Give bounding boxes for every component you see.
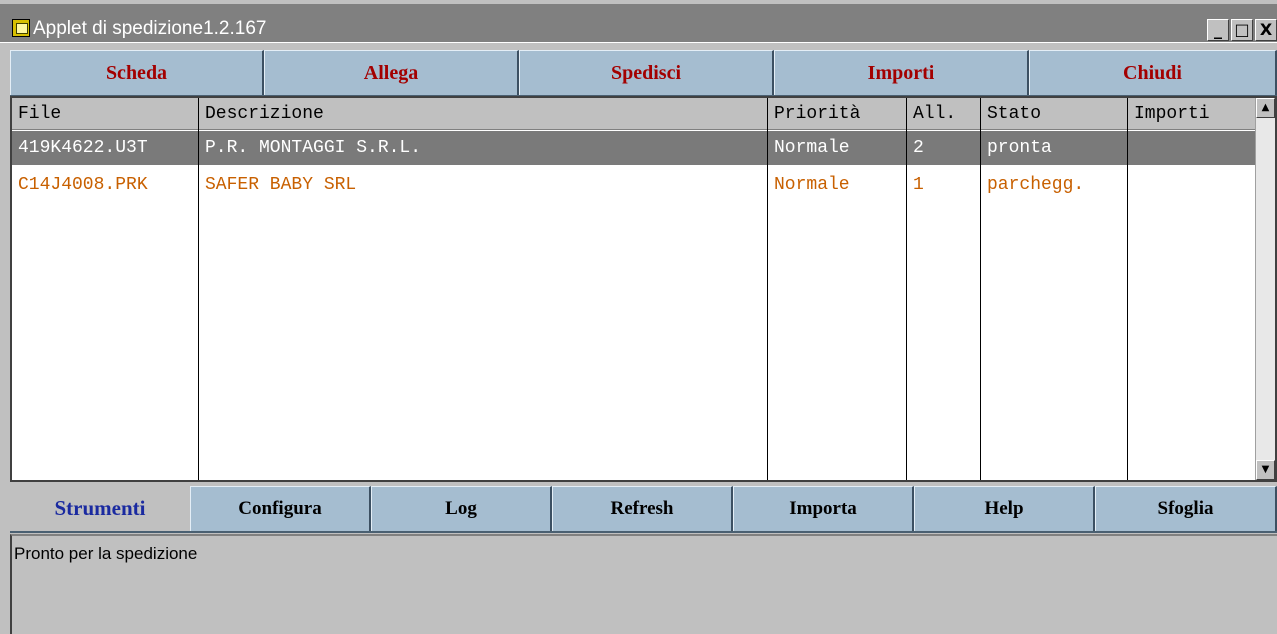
spedisci-button[interactable]: Spedisci (519, 50, 774, 95)
refresh-button[interactable]: Refresh (552, 486, 733, 531)
column-divider (980, 98, 981, 480)
minimize-button[interactable]: _ (1207, 19, 1229, 41)
title-bar[interactable]: Applet di spedizione1.2.167 _ □ X (0, 4, 1277, 43)
column-header-stato[interactable]: Stato (981, 98, 1127, 130)
scroll-up-icon[interactable]: ▲ (1256, 98, 1275, 118)
cell-file: C14J4008.PRK (18, 175, 148, 195)
cell-file: 419K4622.U3T (18, 138, 148, 158)
cell-priorita: Normale (774, 175, 850, 195)
cell-importi (1128, 168, 1255, 202)
cell-stato: pronta (987, 138, 1052, 158)
status-message: Pronto per la spedizione (14, 544, 198, 563)
strumenti-label: Strumenti (10, 486, 190, 531)
column-divider (906, 98, 907, 480)
table-grid: File Descrizione Priorità All. Stato Imp… (12, 98, 1255, 480)
window-controls: _ □ X (1207, 19, 1277, 41)
column-divider (198, 98, 199, 480)
shipment-table: File Descrizione Priorità All. Stato Imp… (10, 96, 1277, 482)
vertical-scrollbar[interactable]: ▲ ▼ (1255, 98, 1275, 480)
configura-button[interactable]: Configura (190, 486, 371, 531)
log-button[interactable]: Log (371, 486, 552, 531)
maximize-button[interactable]: □ (1231, 19, 1253, 41)
tools-toolbar: Strumenti Configura Log Refresh Importa … (10, 486, 1277, 533)
cell-all: 2 (913, 138, 924, 158)
main-toolbar: Scheda Allega Spedisci Importi Chiudi (10, 50, 1277, 97)
scroll-down-icon[interactable]: ▼ (1256, 460, 1275, 480)
cell-all: 1 (913, 175, 924, 195)
column-header-all[interactable]: All. (907, 98, 980, 130)
cell-descrizione: SAFER BABY SRL (205, 175, 357, 195)
allega-button[interactable]: Allega (264, 50, 519, 95)
chiudi-button[interactable]: Chiudi (1029, 50, 1277, 95)
importi-button[interactable]: Importi (774, 50, 1029, 95)
cell-descrizione: P.R. MONTAGGI S.R.L. (205, 138, 422, 158)
column-divider (1127, 98, 1128, 480)
help-button[interactable]: Help (914, 486, 1095, 531)
cell-importi (1128, 131, 1255, 165)
column-header-descrizione[interactable]: Descrizione (199, 98, 767, 130)
cell-priorita: Normale (774, 138, 850, 158)
window-title: Applet di spedizione1.2.167 (33, 18, 267, 39)
close-button[interactable]: X (1255, 19, 1277, 41)
column-header-priorita[interactable]: Priorità (768, 98, 906, 130)
importa-button[interactable]: Importa (733, 486, 914, 531)
scheda-button[interactable]: Scheda (10, 50, 264, 95)
status-panel: Pronto per la spedizione (10, 534, 1277, 634)
column-header-file[interactable]: File (12, 98, 198, 130)
column-divider (767, 98, 768, 480)
column-header-importi[interactable]: Importi (1128, 98, 1255, 130)
cell-stato: parchegg. (987, 175, 1085, 195)
sfoglia-button[interactable]: Sfoglia (1095, 486, 1277, 531)
app-icon (12, 19, 30, 37)
app-window: Applet di spedizione1.2.167 _ □ X Scheda… (0, 0, 1277, 634)
